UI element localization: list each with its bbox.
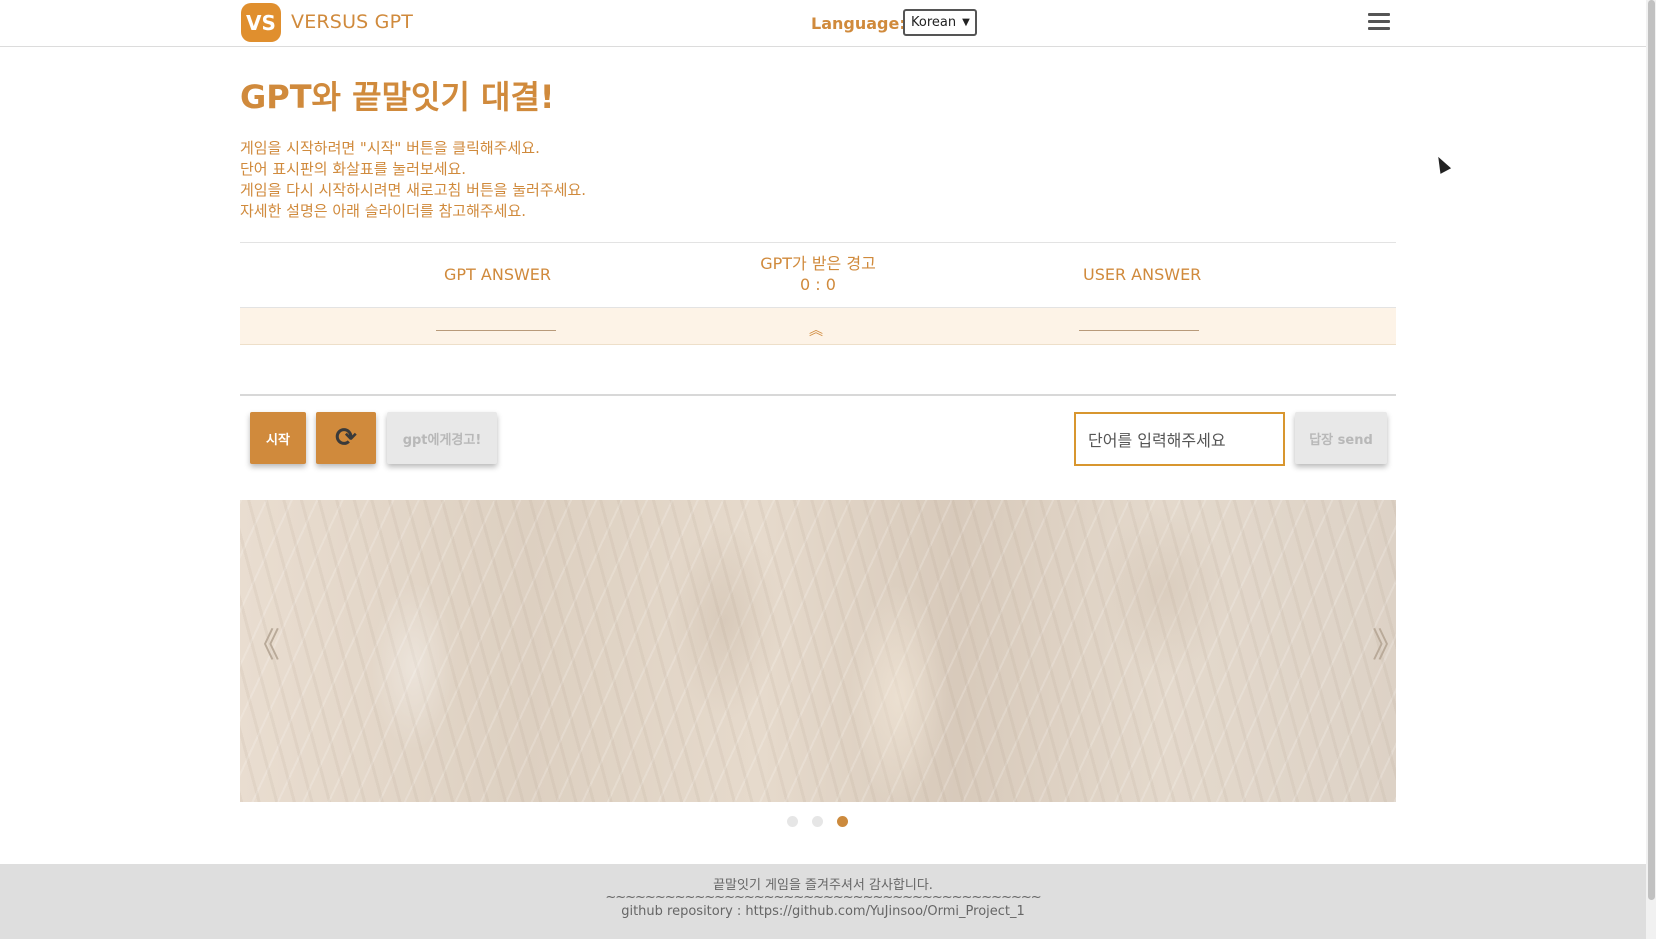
- word-input[interactable]: 단어를 입력해주세요: [1074, 412, 1285, 466]
- word-scoreboard: GPT ANSWER GPT가 받은 경고 0 : 0 USER ANSWER …: [240, 242, 1396, 345]
- hamburger-menu-icon[interactable]: [1368, 13, 1390, 31]
- user-word-slot: [1079, 330, 1199, 331]
- warning-label: GPT가 받은 경고: [760, 254, 876, 273]
- scoreboard-header: GPT ANSWER GPT가 받은 경고 0 : 0 USER ANSWER: [240, 242, 1396, 308]
- warn-gpt-button[interactable]: gpt에게경고!: [387, 412, 497, 464]
- page-title: GPT와 끝말잇기 대결!: [240, 78, 555, 116]
- footer: 끝말잇기 게임을 즐겨주셔서 감사합니다. ~~~~~~~~~~~~~~~~~~…: [0, 864, 1646, 939]
- warning-counter: GPT가 받은 경고 0 : 0: [703, 253, 933, 295]
- instruction-line: 자세한 설명은 아래 슬라이더를 참고해주세요.: [240, 202, 527, 220]
- slider-dot[interactable]: [812, 816, 823, 827]
- slider-dot[interactable]: [787, 816, 798, 827]
- language-selected-value: Korean: [911, 15, 957, 30]
- language-select[interactable]: Korean ▼: [903, 9, 977, 36]
- chevron-up-icon[interactable]: ︽: [809, 320, 823, 340]
- mouse-cursor-icon: [1432, 154, 1452, 174]
- instruction-slider[interactable]: 《 》: [240, 500, 1396, 802]
- send-button[interactable]: 답장 send: [1295, 412, 1387, 464]
- refresh-icon: ⟳: [335, 423, 357, 453]
- footer-repo-link[interactable]: github repository : https://github.com/Y…: [0, 904, 1646, 919]
- instructions: 게임을 시작하려면 "시작" 버튼을 클릭해주세요. 단어 표시판의 화살표를 …: [240, 138, 586, 222]
- chevron-down-icon: ▼: [962, 17, 970, 28]
- section-divider: [240, 394, 1396, 396]
- slider-dot-active[interactable]: [837, 816, 848, 827]
- warning-score: 0 : 0: [800, 275, 836, 294]
- instruction-line: 단어 표시판의 화살표를 눌러보세요.: [240, 160, 467, 178]
- instruction-line: 게임을 시작하려면 "시작" 버튼을 클릭해주세요.: [240, 139, 540, 157]
- slider-prev-icon[interactable]: 《: [246, 618, 280, 667]
- scrollbar-thumb[interactable]: [1648, 0, 1655, 900]
- footer-separator: ~~~~~~~~~~~~~~~~~~~~~~~~~~~~~~~~~~~~~~~~…: [605, 890, 1041, 905]
- brand-name[interactable]: VERSUS GPT: [291, 11, 413, 33]
- instruction-line: 게임을 다시 시작하시려면 새로고침 버튼을 눌러주세요.: [240, 181, 587, 199]
- slider-next-icon[interactable]: 》: [1372, 618, 1396, 667]
- word-display-row: ︽: [240, 308, 1396, 345]
- slider-dots: [787, 816, 862, 827]
- language-label: Language:: [811, 14, 906, 33]
- top-header: VS VERSUS GPT Language: Korean ▼: [0, 0, 1646, 47]
- user-answer-label: USER ANSWER: [1083, 265, 1202, 284]
- gpt-word-slot: [436, 330, 556, 331]
- logo-badge[interactable]: VS: [241, 3, 281, 42]
- gpt-answer-label: GPT ANSWER: [444, 265, 552, 284]
- refresh-button[interactable]: ⟳: [316, 412, 376, 464]
- start-button[interactable]: 시작: [250, 412, 306, 464]
